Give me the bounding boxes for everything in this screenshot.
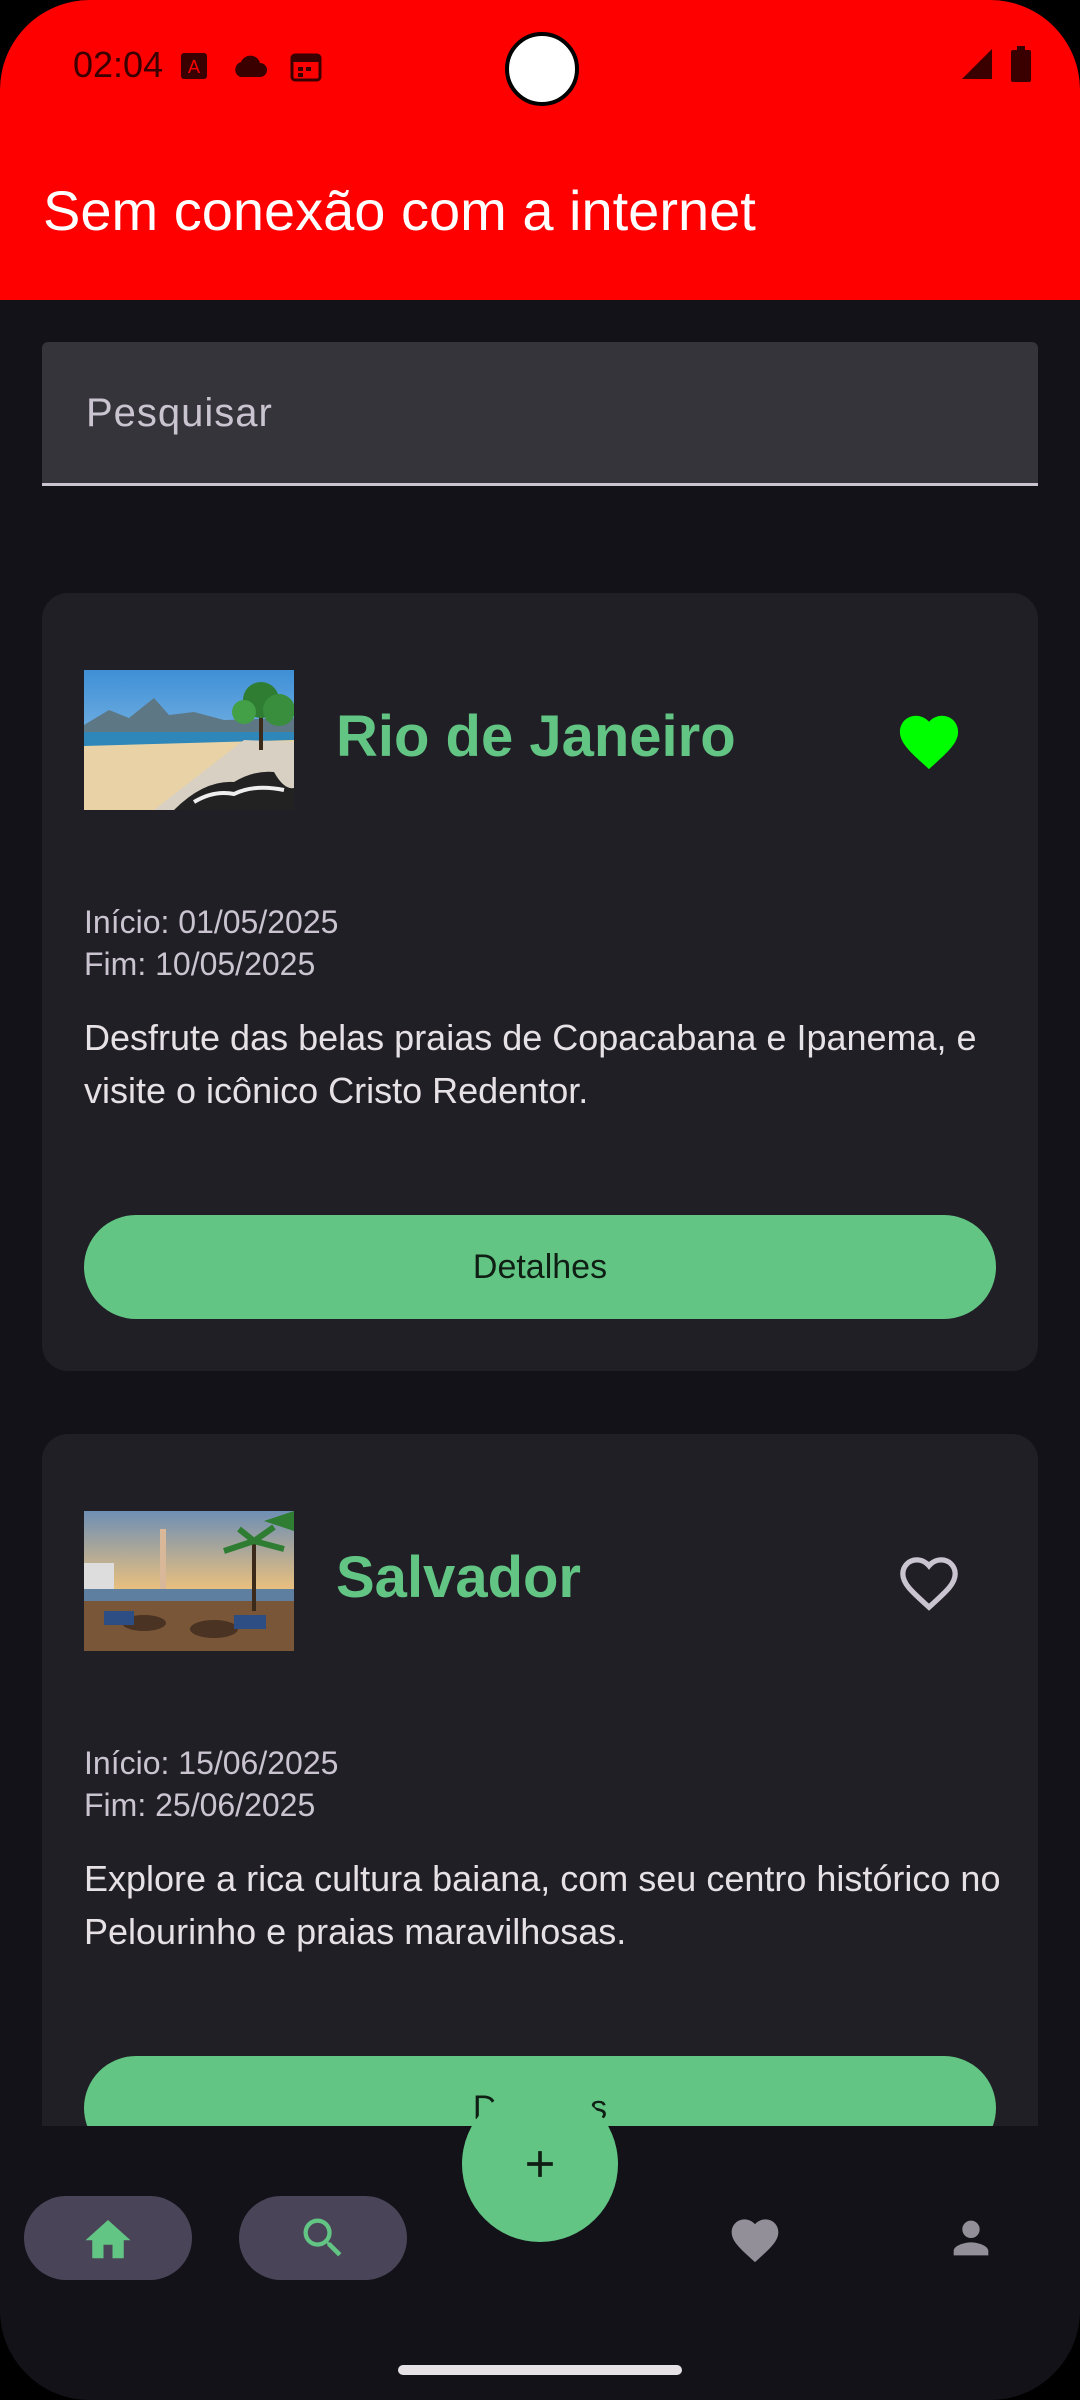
cloud-icon xyxy=(230,53,268,84)
search-field[interactable] xyxy=(42,342,1038,486)
trip-image xyxy=(84,670,294,810)
page-title: Sem conexão com a internet xyxy=(43,179,756,242)
svg-text:A: A xyxy=(188,57,200,77)
trip-list[interactable]: Rio de Janeiro Início: 01/05/2025 Fim: 1… xyxy=(0,500,1080,2126)
camera-cutout xyxy=(505,32,579,106)
trip-image xyxy=(84,1511,294,1651)
home-icon xyxy=(85,2220,131,2259)
home-indicator[interactable] xyxy=(398,2365,682,2375)
search-icon xyxy=(303,2218,342,2257)
nav-profile[interactable] xyxy=(943,2210,999,2266)
person-icon xyxy=(953,2220,989,2256)
trip-description: Explore a rica cultura baiana, com seu c… xyxy=(84,1858,1001,1952)
search-input[interactable] xyxy=(84,382,988,444)
trip-dates: Início: 15/06/2025 Fim: 25/06/2025 xyxy=(84,1742,338,1826)
system-icons xyxy=(960,46,1032,87)
nav-home[interactable] xyxy=(24,2196,192,2280)
a-badge-icon: A xyxy=(180,52,208,85)
trip-start-date: Início: 15/06/2025 xyxy=(84,1745,339,1781)
heart-icon xyxy=(731,2219,779,2263)
trip-end-date: Fim: 10/05/2025 xyxy=(84,946,316,982)
signal-icon xyxy=(960,47,994,86)
status-bar: 02:04 A xyxy=(0,0,1080,132)
favorite-button[interactable] xyxy=(894,1548,964,1612)
notification-icons: A xyxy=(180,50,322,87)
nav-favorites[interactable] xyxy=(727,2210,783,2266)
trip-start-date: Início: 01/05/2025 xyxy=(84,904,339,940)
plus-icon xyxy=(527,2151,553,2177)
trip-description: Desfrute das belas praias de Copacabana … xyxy=(84,1017,977,1111)
details-button[interactable]: Detalhes xyxy=(84,1215,996,1319)
trip-card: Rio de Janeiro Início: 01/05/2025 Fim: 1… xyxy=(42,593,1038,1371)
trip-title: Rio de Janeiro xyxy=(336,704,736,769)
add-trip-button[interactable] xyxy=(462,2086,618,2242)
trip-end-date: Fim: 25/06/2025 xyxy=(84,1787,316,1823)
calendar-icon xyxy=(290,50,322,87)
trip-title: Salvador xyxy=(336,1545,581,1610)
offline-header: 02:04 A Sem conexão com a internet xyxy=(0,0,1080,300)
heart-filled-icon xyxy=(899,715,959,770)
app-screen: 02:04 A Sem conexão com a internet Pesqu… xyxy=(0,0,1080,2400)
trip-card: Salvador Início: 15/06/2025 Fim: 25/06/2… xyxy=(42,1434,1038,2126)
trip-dates: Início: 01/05/2025 Fim: 10/05/2025 xyxy=(84,901,338,985)
battery-icon xyxy=(1010,46,1032,87)
heart-outline-icon xyxy=(900,1557,958,1611)
nav-search[interactable] xyxy=(239,2196,407,2280)
status-time: 02:04 xyxy=(73,44,164,85)
favorite-button[interactable] xyxy=(894,707,964,771)
